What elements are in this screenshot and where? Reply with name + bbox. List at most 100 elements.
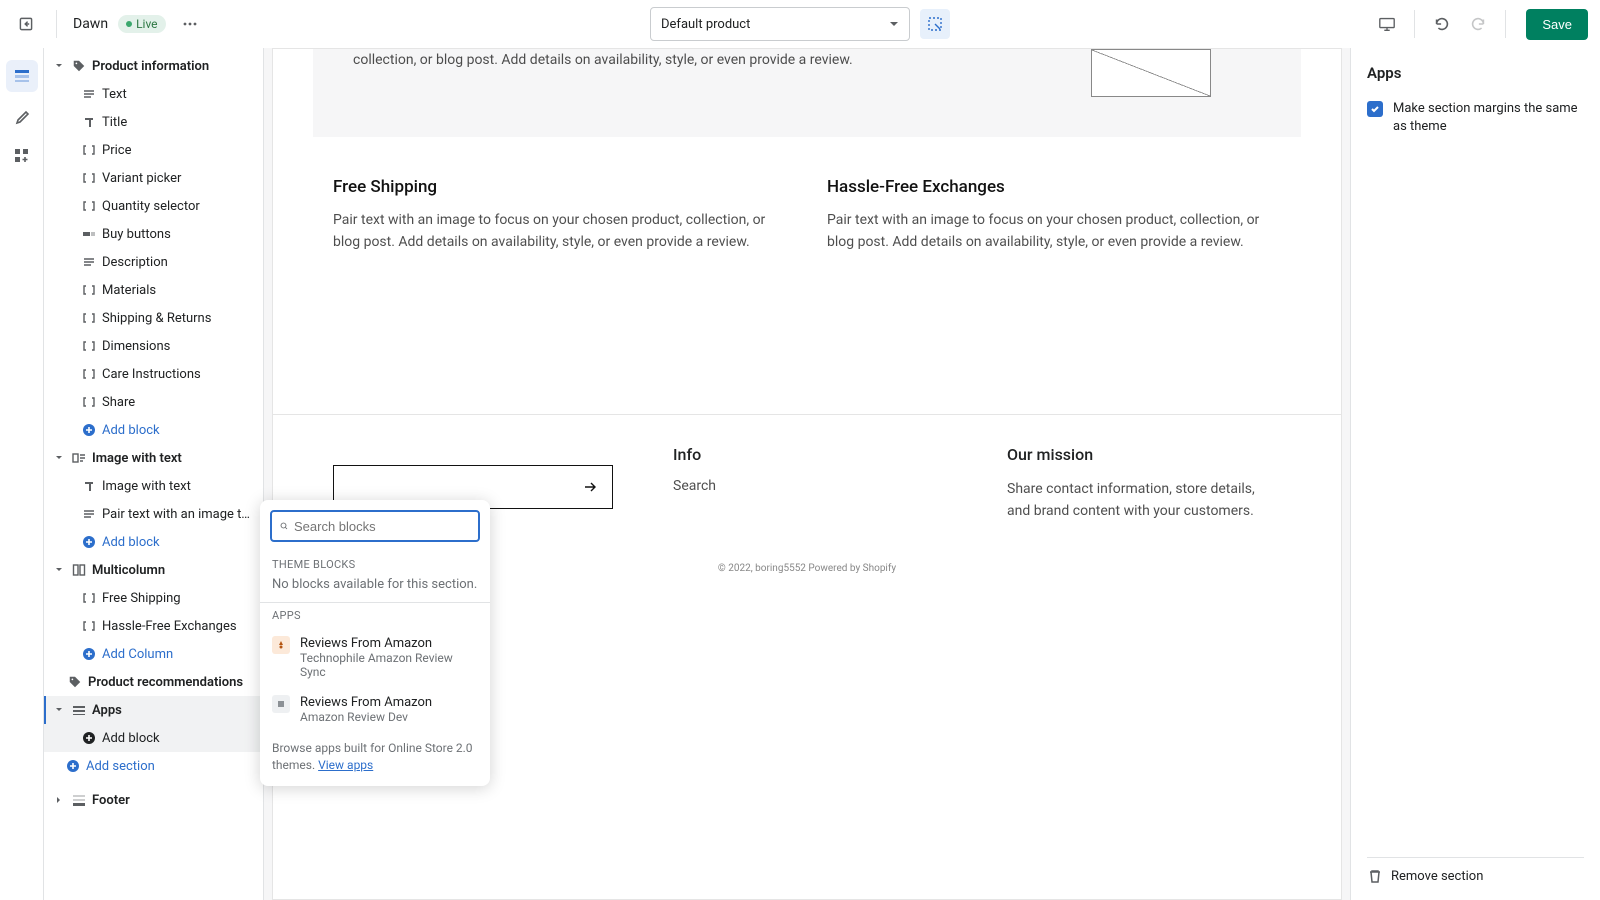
undo-button[interactable] [1427, 9, 1457, 39]
tree-item-share[interactable]: Share [44, 388, 263, 416]
tree-label: Footer [92, 793, 257, 808]
footer-heading: Info [673, 445, 947, 464]
tree-label: Materials [102, 283, 257, 298]
brackets-icon [82, 367, 96, 381]
block-picker-popover: THEME BLOCKS No blocks available for thi… [260, 500, 490, 786]
margins-checkbox-row[interactable]: Make section margins the same as theme [1367, 100, 1584, 136]
tree-label: Free Shipping [102, 591, 257, 606]
tree-item-shipping-returns[interactable]: Shipping & Returns [44, 304, 263, 332]
view-apps-link[interactable]: View apps [318, 758, 373, 772]
inspector-toggle-button[interactable] [920, 9, 950, 39]
add-section[interactable]: Add section [44, 752, 263, 780]
tree-multicolumn[interactable]: Multicolumn [44, 556, 263, 584]
plus-circle-icon [82, 535, 96, 549]
topbar-left: Dawn Live [12, 10, 204, 38]
more-actions-button[interactable] [176, 10, 204, 38]
checkbox-checked-icon[interactable] [1367, 101, 1383, 117]
tree-label: Care Instructions [102, 367, 257, 382]
tree-item-care[interactable]: Care Instructions [44, 360, 263, 388]
live-label: Live [136, 17, 157, 31]
topbar-center: Default product [650, 7, 950, 41]
divider [1505, 10, 1506, 38]
app-sub: Technophile Amazon Review Sync [300, 651, 478, 679]
add-column[interactable]: Add Column [44, 640, 263, 668]
tag-icon [68, 675, 82, 689]
footer-link-search[interactable]: Search [673, 478, 947, 494]
caret-down-icon [55, 566, 63, 574]
footer-info: Info Search [673, 445, 947, 523]
template-select[interactable]: Default product [650, 7, 910, 41]
app-name: Reviews From Amazon [300, 695, 432, 710]
tree-label: Price [102, 143, 257, 158]
tree-item-text[interactable]: Text [44, 80, 263, 108]
column-free-shipping: Free Shipping Pair text with an image to… [333, 177, 787, 254]
app-text: Reviews From Amazon Technophile Amazon R… [300, 636, 478, 679]
tree-item-materials[interactable]: Materials [44, 276, 263, 304]
tree-label: Product recommendations [88, 675, 257, 690]
tree-item-variant-picker[interactable]: Variant picker [44, 164, 263, 192]
tree-item-img-text[interactable]: Image with text [44, 472, 263, 500]
tree-footer[interactable]: Footer [44, 786, 263, 814]
tree-item-price[interactable]: Price [44, 136, 263, 164]
tree-label: Dimensions [102, 339, 257, 354]
add-block-image-text[interactable]: Add block [44, 528, 263, 556]
tree-item-description[interactable]: Description [44, 248, 263, 276]
tree-item-hassle-free[interactable]: Hassle-Free Exchanges [44, 612, 263, 640]
tree-apps[interactable]: Apps [44, 696, 263, 724]
settings-panel: Apps Make section margins the same as th… [1350, 48, 1600, 900]
app-blocks-icon [13, 147, 31, 165]
divider [56, 10, 57, 38]
topbar: Dawn Live Default product Save [0, 0, 1600, 48]
tree-product-recommendations[interactable]: Product recommendations [44, 668, 263, 696]
rail-apps-button[interactable] [6, 140, 38, 172]
col-body: Pair text with an image to focus on your… [827, 209, 1281, 254]
tree-item-free-shipping[interactable]: Free Shipping [44, 584, 263, 612]
tree-label: Variant picker [102, 171, 257, 186]
redo-icon [1469, 15, 1487, 33]
add-block-product-info[interactable]: Add block [44, 416, 263, 444]
tree-label: Text [102, 87, 257, 102]
topbar-right: Save [1372, 9, 1588, 40]
save-button[interactable]: Save [1526, 9, 1588, 40]
rail-theme-settings-button[interactable] [6, 100, 38, 132]
app-text: Reviews From Amazon Amazon Review Dev [300, 695, 432, 724]
brackets-icon [82, 395, 96, 409]
settings-title: Apps [1367, 64, 1584, 82]
search-input[interactable] [294, 519, 470, 534]
rail-sections-button[interactable] [6, 60, 38, 92]
col-title: Free Shipping [333, 177, 787, 197]
layers-panel[interactable]: Product information Text Title Price Var… [44, 48, 264, 900]
app-icon [272, 695, 290, 713]
tree-label: Add block [102, 535, 257, 550]
popover-search-field[interactable] [270, 510, 480, 542]
popover-app-2[interactable]: Reviews From Amazon Amazon Review Dev [260, 687, 490, 732]
popover-app-1[interactable]: Reviews From Amazon Technophile Amazon R… [260, 628, 490, 687]
viewport-button[interactable] [1372, 9, 1402, 39]
remove-section-button[interactable]: Remove section [1367, 857, 1584, 884]
tree-label: Buy buttons [102, 227, 257, 242]
popover-theme-heading: THEME BLOCKS [260, 552, 490, 577]
iwt-image-column [1041, 49, 1261, 97]
tree-product-information[interactable]: Product information [44, 52, 263, 80]
tree-item-dimensions[interactable]: Dimensions [44, 332, 263, 360]
theme-name: Dawn [73, 16, 108, 32]
type-icon [82, 115, 96, 129]
footer-body: Share contact information, store details… [1007, 478, 1281, 523]
popover-search-wrap [260, 500, 490, 552]
text-lines-icon [82, 507, 96, 521]
brackets-icon [82, 283, 96, 297]
tree-item-buy-buttons[interactable]: Buy buttons [44, 220, 263, 248]
paint-icon [13, 107, 31, 125]
trash-icon [1367, 868, 1383, 884]
brackets-icon [82, 591, 96, 605]
tree-item-quantity[interactable]: Quantity selector [44, 192, 263, 220]
tree-item-pair-text[interactable]: Pair text with an image to f... [44, 500, 263, 528]
tree-image-with-text[interactable]: Image with text [44, 444, 263, 472]
redo-button[interactable] [1463, 9, 1493, 39]
add-block-apps[interactable]: Add block [44, 724, 263, 752]
exit-editor-button[interactable] [12, 10, 40, 38]
buy-icon [82, 227, 96, 241]
iwt-text-column: collection, or blog post. Add details on… [353, 49, 1041, 97]
apps-section-icon [72, 703, 86, 717]
tree-item-title[interactable]: Title [44, 108, 263, 136]
